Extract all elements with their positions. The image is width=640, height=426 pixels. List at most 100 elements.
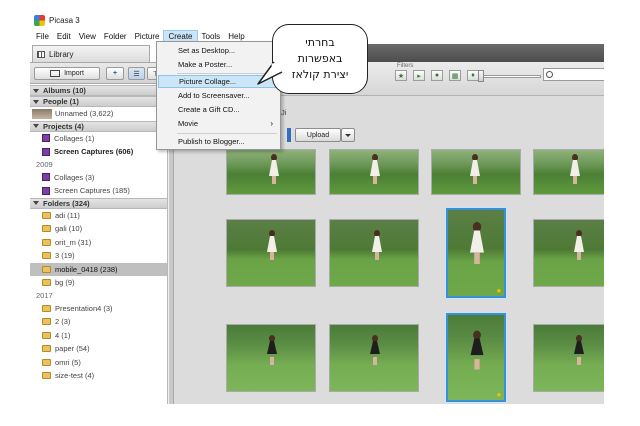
filters-label: Filters	[397, 63, 414, 69]
project-item[interactable]: Collages (3)	[30, 171, 167, 185]
flat-view-button[interactable]: ☰	[128, 67, 145, 80]
folder-item-label: orit_m (31)	[55, 237, 92, 247]
upload-dropdown-button[interactable]	[341, 128, 355, 142]
callout-line-2: באפשרות	[297, 52, 343, 65]
folder-item[interactable]: bg (9)	[30, 276, 167, 290]
folder-item-selected[interactable]: mobile_0418 (238)	[30, 262, 167, 276]
photo-thumbnail[interactable]	[329, 149, 419, 195]
photo-thumbnail-selected[interactable]: ★	[446, 208, 506, 298]
starred-filter-button[interactable]: ★	[395, 70, 407, 81]
menu-item-label: Set as Desktop...	[178, 46, 236, 55]
folder-item[interactable]: 3 (19)	[30, 249, 167, 263]
menu-view[interactable]: View	[75, 30, 100, 44]
slider-handle[interactable]	[478, 70, 484, 82]
project-item-label: Screen Captures (606)	[54, 147, 134, 157]
folder-icon	[42, 252, 51, 260]
menu-item-publish-to-blogger[interactable]: Publish to Blogger...	[158, 135, 279, 148]
project-item[interactable]: Screen Captures (606)	[30, 145, 167, 159]
folder-icon	[42, 345, 51, 353]
menu-item-set-as-desktop[interactable]: Set as Desktop...	[158, 44, 279, 57]
date-filter-slider[interactable]	[481, 75, 541, 78]
import-button[interactable]: Import	[34, 67, 100, 80]
star-icon: ★	[495, 288, 502, 295]
photo-thumbnail-selected[interactable]: ★	[446, 313, 506, 402]
collage-icon	[42, 134, 50, 143]
people-item-unnamed[interactable]: Unnamed (3,622)	[30, 107, 167, 121]
create-menu-dropdown: Set as Desktop... Make a Poster... Pictu…	[156, 41, 281, 150]
folder-icon	[42, 304, 51, 312]
upload-button[interactable]: Upload	[295, 128, 341, 142]
person-figure	[470, 330, 484, 370]
faces-filter-button[interactable]: ●	[431, 70, 443, 81]
folder-item[interactable]: gali (10)	[30, 222, 167, 236]
folder-item[interactable]: size-test (4)	[30, 369, 167, 383]
folder-icon	[42, 211, 51, 219]
annotation-callout: בחרתי באפשרות יצירת קולאז	[272, 24, 368, 94]
folder-icon	[42, 238, 51, 246]
section-projects[interactable]: Projects (4)	[30, 120, 167, 132]
person-figure	[267, 230, 277, 260]
photo-thumbnail[interactable]	[226, 324, 316, 392]
section-folders[interactable]: Folders (324)	[30, 197, 167, 209]
folder-item[interactable]: 2 (3)	[30, 315, 167, 329]
folder-item-label: Presentation4 (3)	[55, 303, 113, 313]
video-icon: ▸	[417, 72, 421, 80]
folder-item-label: paper (54)	[55, 344, 90, 354]
menu-separator	[177, 133, 277, 134]
project-item[interactable]: Screen Captures (185)	[30, 184, 167, 198]
person-thumbnail	[32, 108, 52, 119]
video-filter-button[interactable]: ▸	[413, 70, 425, 81]
library-icon	[37, 50, 45, 58]
folder-icon	[42, 358, 51, 366]
section-albums[interactable]: Albums (10)	[30, 85, 167, 96]
photo-thumbnail[interactable]	[226, 149, 316, 195]
selected-button-edge[interactable]	[287, 128, 291, 142]
photo-thumbnail[interactable]	[226, 219, 316, 287]
person-figure	[574, 230, 584, 260]
folder-item[interactable]: 4 (1)	[30, 329, 167, 343]
menu-item-movie[interactable]: Movie ›	[158, 117, 279, 130]
folder-item[interactable]: orit_m (31)	[30, 236, 167, 250]
folder-item-label: 2 (3)	[55, 317, 71, 327]
search-input[interactable]	[543, 68, 604, 81]
menu-folder[interactable]: Folder	[100, 30, 131, 44]
person-figure	[370, 335, 380, 365]
person-figure	[267, 335, 277, 365]
add-icon: +	[112, 70, 118, 77]
photo-thumbnail[interactable]	[329, 219, 419, 287]
photo-thumbnail[interactable]	[329, 324, 419, 392]
project-item[interactable]: Collages (1)	[30, 132, 167, 146]
folder-tree: Albums (10) People (1) Unnamed (3,622) P…	[30, 85, 167, 404]
menu-item-create-gift-cd[interactable]: Create a Gift CD...	[158, 103, 279, 116]
menu-file[interactable]: File	[32, 30, 53, 44]
tab-library[interactable]: Library	[32, 45, 150, 62]
screenshot-canvas: Picasa 3 File Edit View Folder Picture C…	[0, 0, 640, 426]
menu-item-label: Create a Gift CD...	[178, 105, 240, 114]
folder-item[interactable]: paper (54)	[30, 342, 167, 356]
menu-item-add-to-screensaver[interactable]: Add to Screensaver...	[158, 89, 279, 102]
upload-label: Upload	[306, 131, 330, 139]
menu-item-label: Publish to Blogger...	[178, 137, 245, 146]
folder-item[interactable]: omri (5)	[30, 356, 167, 370]
folder-item[interactable]: Presentation4 (3)	[30, 302, 167, 316]
add-to-album-button[interactable]: +	[106, 67, 124, 80]
chevron-down-icon	[345, 133, 351, 137]
folder-item-label: mobile_0418 (238)	[55, 264, 118, 274]
photo-thumbnail[interactable]	[533, 219, 604, 287]
section-folders-label: Folders (324)	[43, 198, 90, 208]
screen-capture-icon	[42, 147, 50, 156]
collage-icon	[42, 173, 50, 182]
section-people[interactable]: People (1)	[30, 96, 167, 107]
people-item-label: Unnamed (3,622)	[55, 109, 114, 119]
photo-thumbnail[interactable]	[431, 149, 521, 195]
year-heading: 2009	[36, 160, 53, 169]
star-icon: ★	[397, 72, 405, 80]
project-item-label: Screen Captures (185)	[54, 186, 130, 196]
folder-item[interactable]: adi (11)	[30, 209, 167, 223]
folder-item-label: adi (11)	[55, 210, 80, 220]
menu-edit[interactable]: Edit	[53, 30, 75, 44]
photo-thumbnail[interactable]	[533, 149, 604, 195]
library-pane: Library Import + ☰ ⊤	[30, 44, 168, 404]
photo-thumbnail[interactable]	[533, 324, 604, 392]
uploaded-filter-button[interactable]: ▦	[449, 70, 461, 81]
